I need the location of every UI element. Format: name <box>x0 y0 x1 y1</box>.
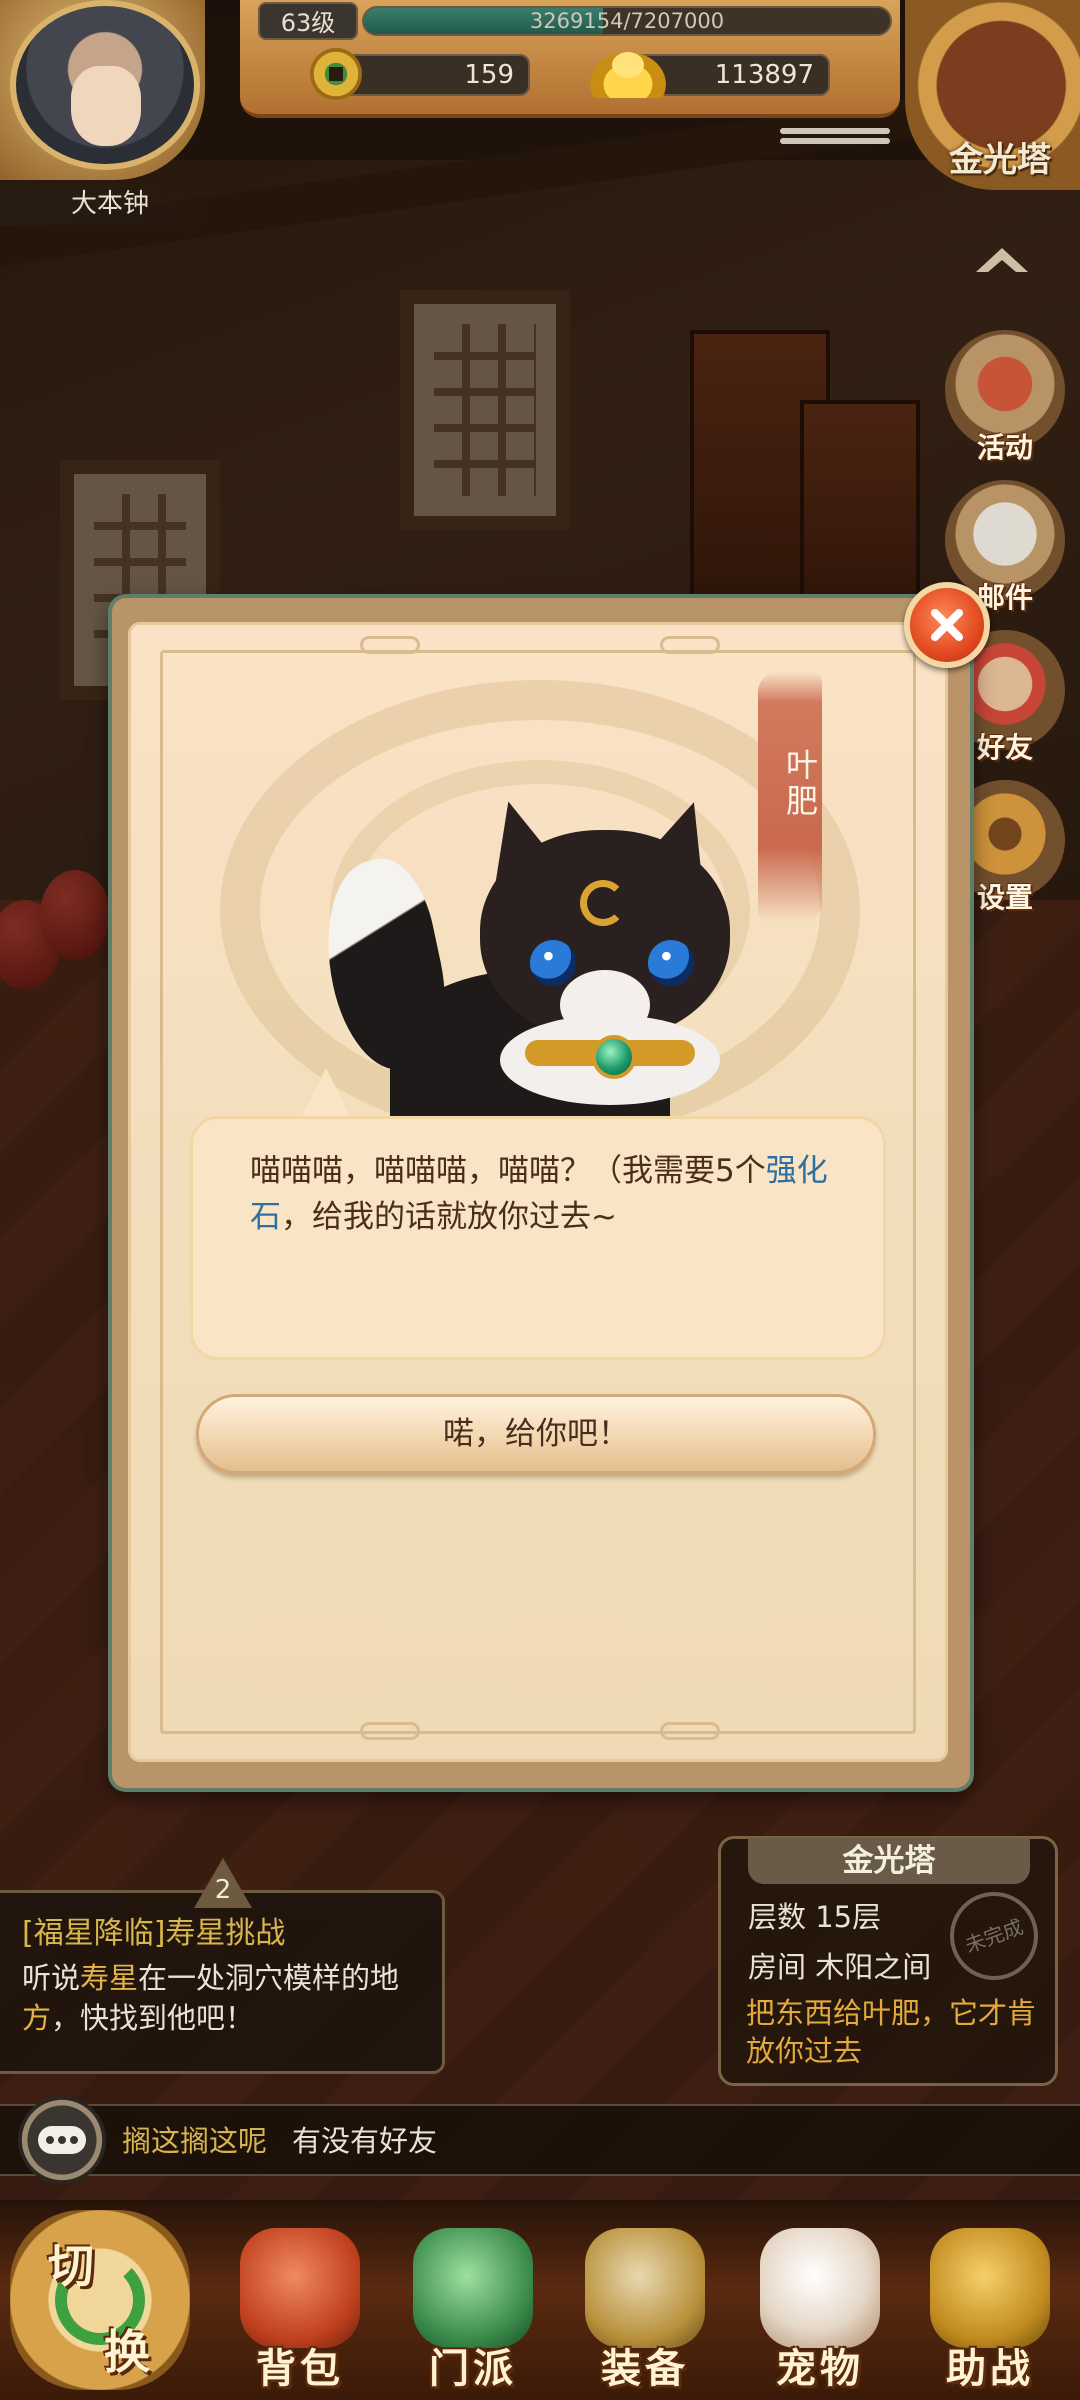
nav-sect[interactable]: 门派 <box>388 2220 558 2400</box>
assist-helmet-icon <box>930 2228 1050 2348</box>
pet-cat-icon <box>760 2228 880 2348</box>
side-button-activity[interactable]: 活动 <box>945 330 1065 464</box>
frame-ornament <box>360 636 420 654</box>
copper-amount: 159 <box>340 54 530 96</box>
cat-eye <box>648 940 694 986</box>
chevron-up-icon[interactable] <box>970 240 1034 280</box>
tower-hint: 把东西给叶肥，它才肯放你过去 <box>746 1996 1037 2068</box>
nav-equipment[interactable]: 装备 <box>560 2220 730 2400</box>
give-item-button[interactable]: 喏，给你吧！ <box>196 1394 876 1474</box>
dialog-message-part: 喵喵喵，喵喵喵，喵喵？（我需要5个 <box>250 1153 766 1189</box>
chat-sender: 搁这搁这呢 <box>122 2124 268 2158</box>
quest-title[interactable]: [福星降临]寿星挑战 <box>22 1908 285 1952</box>
nav-pet[interactable]: 宠物 <box>735 2220 905 2400</box>
close-icon[interactable] <box>904 582 990 668</box>
tower-floor-row: 层数 15层 <box>748 1894 881 1936</box>
tower-floor-value: 15层 <box>815 1900 882 1934</box>
cat-eye <box>530 940 576 986</box>
switch-char: 切 <box>48 2239 94 2293</box>
gold-ingot-icon <box>590 52 666 98</box>
exp-text: 3269154/7207000 <box>529 9 725 33</box>
frame-ornament <box>660 636 720 654</box>
player-name: 大本钟 <box>0 183 220 225</box>
frame-ornament <box>360 1722 420 1740</box>
quest-desc-part: ，快找到他吧！ <box>51 2001 255 2035</box>
tower-room-label: 房间 <box>748 1950 807 1984</box>
player-avatar[interactable] <box>10 0 200 170</box>
player-level: 63级 <box>258 2 358 40</box>
switch-char: 换 <box>104 2325 150 2379</box>
copper-coin-icon <box>310 48 362 100</box>
nav-assist[interactable]: 助战 <box>905 2220 1075 2400</box>
nav-label: 助战 <box>946 2346 1034 2392</box>
tower-room-row: 房间 木阳之间 <box>748 1944 931 1986</box>
tower-info-title: 金光塔 <box>748 1838 1030 1884</box>
nav-label: 背包 <box>256 2346 344 2392</box>
quest-desc-npc: 寿星 <box>80 1961 139 1995</box>
npc-cat-portrait <box>309 789 750 1130</box>
side-button-label: 活动 <box>976 431 1033 464</box>
dialog-message-part: ，给我的话就放你过去~ <box>281 1199 617 1235</box>
nav-label: 宠物 <box>776 2346 864 2392</box>
sect-lion-icon <box>413 2228 533 2348</box>
quest-desc-part: 在一处洞穴模样的地 <box>138 1961 400 1995</box>
nav-label: 装备 <box>601 2346 689 2392</box>
chat-message: 有没有好友 <box>292 2124 438 2158</box>
frame-ornament <box>660 1722 720 1740</box>
quest-description: 听说寿星在一处洞穴模样的地方，快找到他吧！ <box>22 1958 442 2038</box>
npc-name: 叶肥 <box>781 748 819 820</box>
nav-bag[interactable]: 背包 <box>215 2220 385 2400</box>
cat-collar-gem <box>592 1035 636 1079</box>
equipment-sword-icon <box>585 2228 705 2348</box>
tower-room-value: 木阳之间 <box>815 1950 932 1984</box>
tower-floor-label: 层数 <box>748 1900 807 1934</box>
speech-bubble-tail <box>300 1068 352 1120</box>
cat-forehead-mark <box>580 880 626 926</box>
quest-desc-part: 方 <box>22 2001 52 2035</box>
tower-badge-label: 金光塔 <box>949 140 1051 180</box>
nav-label: 门派 <box>429 2346 517 2392</box>
menu-toggle-icon[interactable] <box>780 124 890 154</box>
chat-bubble-icon[interactable] <box>18 2096 106 2184</box>
dialog-message: 喵喵喵，喵喵喵，喵喵？（我需要5个强化石，给我的话就放你过去~ <box>250 1148 840 1240</box>
bag-icon <box>240 2228 360 2348</box>
quest-desc-part: 听说 <box>22 1961 81 1995</box>
chat-dots <box>38 2126 86 2154</box>
switch-button[interactable]: 切 换 <box>0 2200 200 2400</box>
